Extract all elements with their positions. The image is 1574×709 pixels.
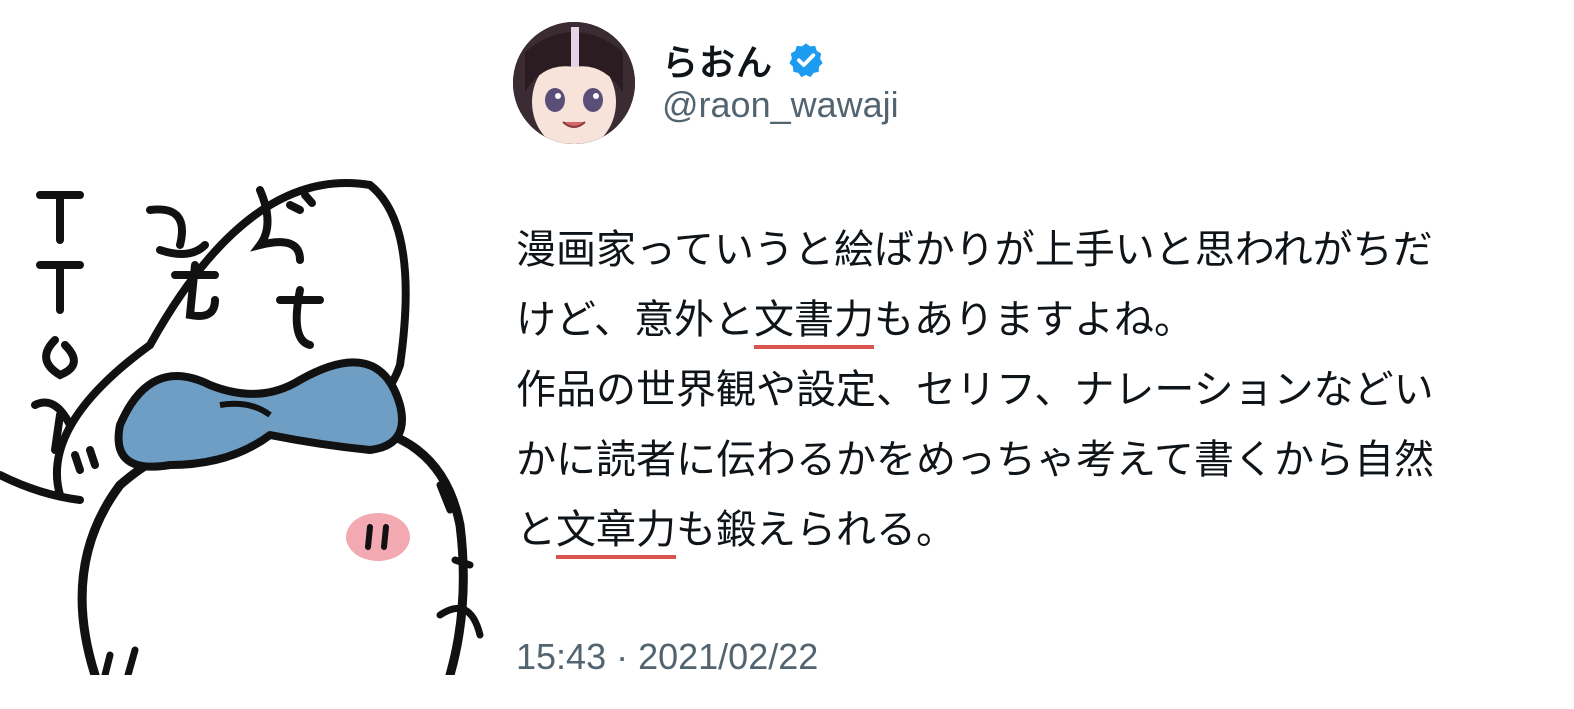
highlight-bunshoryoku-1: 文書力 <box>754 297 874 343</box>
user-avatar[interactable] <box>513 22 635 144</box>
timestamp-separator: · <box>616 636 629 677</box>
highlight-bunshoryoku-2: 文章力 <box>556 507 676 553</box>
tweet-line-5-start: と <box>516 507 556 553</box>
user-handle[interactable]: @raon_wawaji <box>662 84 899 126</box>
tweet-illustration <box>0 165 500 675</box>
tweet-line-3: 作品の世界観や設定、セリフ、ナレーションなどい <box>516 367 1434 413</box>
tweet-text: 漫画家っていうと絵ばかりが上手いと思われがちだ けど、意外と文書力もありますよね… <box>516 215 1556 565</box>
tweet-line-2-end: もありますよね。 <box>874 297 1194 343</box>
user-name-row[interactable]: らおん <box>662 38 825 84</box>
tweet-time[interactable]: 15:43 <box>516 636 606 677</box>
tweet-line-2-start: けど、意外と <box>516 297 754 343</box>
verified-badge-icon <box>789 43 823 78</box>
tweet-line-1: 漫画家っていうと絵ばかりが上手いと思われがちだ <box>516 227 1433 273</box>
tweet-line-2: けど、意外と文書力もありますよね。 <box>516 285 1556 355</box>
tweet-line-5-end: も鍛えられる。 <box>676 507 956 553</box>
display-name[interactable]: らおん <box>662 34 773 86</box>
tweet-line-4: かに読者に伝わるかをめっちゃ考えて書くから自然 <box>516 437 1434 483</box>
tweet-line-5: と文章力も鍛えられる。 <box>516 495 1556 565</box>
tweet-date[interactable]: 2021/02/22 <box>638 636 818 677</box>
tweet-timestamp[interactable]: 15:43 · 2021/02/22 <box>516 636 818 678</box>
